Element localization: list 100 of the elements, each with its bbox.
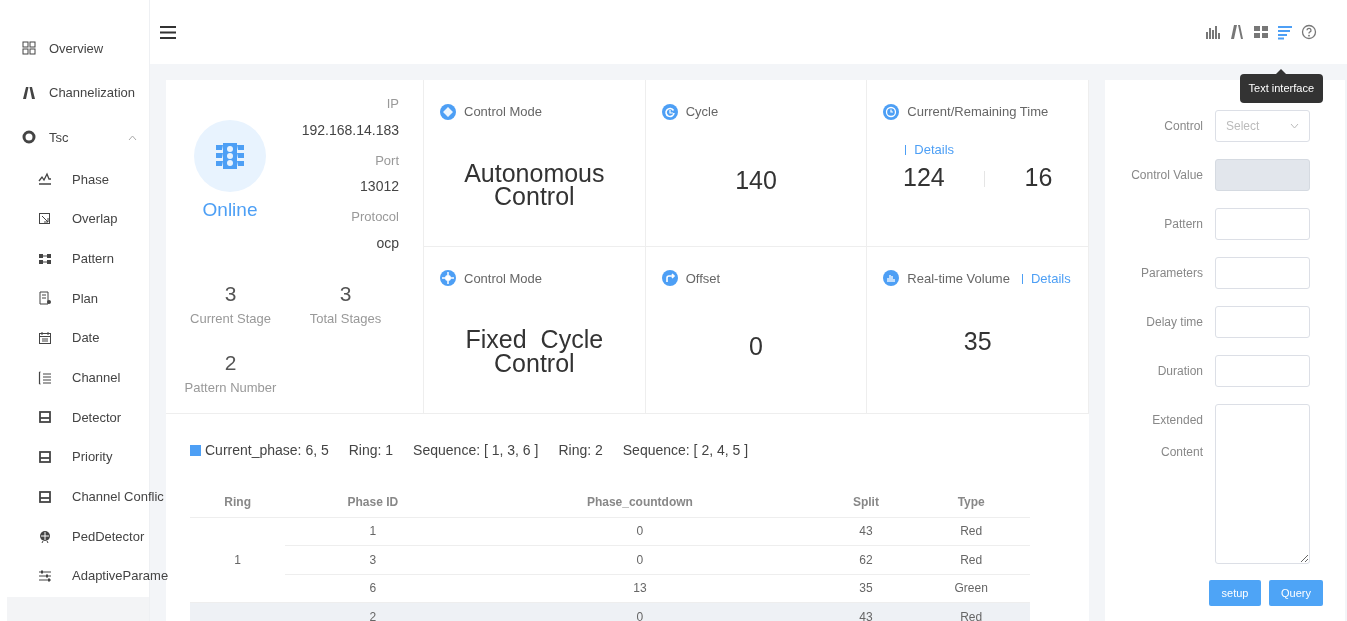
stat-label: Pattern Number: [183, 379, 278, 397]
table-cell: 0: [460, 545, 820, 575]
input-field[interactable]: [1215, 257, 1310, 289]
wheel-icon: [38, 529, 52, 544]
sidebar-item[interactable]: Date: [0, 318, 149, 358]
road-icon[interactable]: [1229, 24, 1245, 40]
table-cell: Red: [912, 602, 1030, 621]
grid-icon[interactable]: [1253, 24, 1269, 40]
field-label: Extended Content: [1151, 412, 1203, 461]
summary-text: Sequence: [ 1, 3, 6 ]: [413, 441, 539, 460]
separator-line: [905, 145, 907, 156]
calendar-icon: [38, 331, 52, 346]
sidebar-item[interactable]: Pattern: [0, 238, 149, 279]
field-label: Parameters: [1139, 265, 1204, 282]
protocol-value: ocp: [375, 233, 399, 253]
column-header: Phase ID: [285, 487, 461, 517]
ip-value: 192.168.14.183: [300, 120, 399, 140]
column-header: Phase_countdown: [460, 487, 820, 517]
table-cell: 0: [460, 517, 820, 546]
field-label: Delay time: [1145, 314, 1204, 331]
stat-label: Current Stage: [189, 310, 272, 328]
table-cell: Red: [912, 545, 1030, 575]
caret-icon: [1290, 123, 1299, 129]
table-cell: 3: [285, 545, 461, 575]
document-icon: [38, 291, 52, 306]
stat-value: 2: [223, 349, 238, 376]
tooltip: Text interface: [1239, 74, 1323, 103]
tile-title: Control Mode: [464, 103, 543, 121]
protocol-label: Protocol: [350, 208, 399, 226]
panel-icon: [38, 489, 52, 504]
tile-title: Cycle: [685, 103, 719, 121]
nodes-icon: [38, 251, 52, 266]
sidebar-item[interactable]: Channelization: [0, 70, 149, 115]
tile-title: Control Mode: [464, 269, 543, 288]
clock-icon: [883, 103, 900, 120]
refresh-icon: [661, 103, 678, 120]
table-row[interactable]: 6 13 35 Green: [190, 574, 1030, 603]
input-field[interactable]: [1215, 355, 1310, 387]
field-label: Control: [1163, 118, 1204, 135]
remaining-time: 16: [1024, 162, 1053, 193]
summary-text: Ring: 2: [558, 441, 603, 460]
column-header: Type: [912, 487, 1030, 517]
table-row[interactable]: 1 3 0 62 Red: [190, 545, 1030, 575]
column-header: Split: [819, 487, 913, 517]
sidebar-item[interactable]: Channel: [0, 357, 149, 398]
table-cell: 13: [460, 574, 820, 603]
summary-text: Sequence: [ 2, 4, 5 ]: [622, 441, 749, 460]
text-lines-icon[interactable]: [1277, 24, 1293, 40]
current-time: 124: [903, 162, 945, 193]
sidebar-item[interactable]: AdaptiveParame: [0, 556, 169, 597]
tile-value: 140: [734, 164, 778, 196]
sidebar-item[interactable]: Channel Conflic: [0, 477, 164, 517]
ip-label: IP: [385, 95, 399, 113]
traffic-light-icon: [216, 141, 244, 171]
sidebar-item[interactable]: PedDetector: [0, 516, 149, 557]
help-icon[interactable]: [1301, 24, 1317, 40]
tile-title: Current/Remaining Time: [907, 103, 1049, 121]
sidebar-item[interactable]: Priority: [0, 437, 149, 477]
tile-value: 35: [962, 326, 993, 357]
sidebar-item[interactable]: Detector: [0, 397, 149, 438]
table-cell: 0: [460, 602, 820, 621]
sliders-icon: [38, 569, 52, 584]
summary-text: Current_phase: 6, 5: [205, 441, 329, 460]
table-cell: Red: [912, 517, 1030, 546]
table-cell: Green: [912, 574, 1030, 603]
sidebar-item[interactable]: Phase: [0, 159, 149, 200]
status-text: Online: [202, 198, 258, 222]
diamond-icon: [440, 103, 456, 120]
menu-icon[interactable]: [160, 25, 176, 39]
column-header: Ring: [190, 487, 286, 517]
list-icon: [38, 370, 52, 385]
table-cell: 1: [285, 517, 461, 546]
port-label: Port: [374, 151, 399, 170]
table-row[interactable]: 1 0 43 Red: [190, 517, 1030, 546]
input-field[interactable]: [1215, 306, 1310, 338]
input-field[interactable]: [1215, 208, 1310, 240]
table-cell: 1: [190, 545, 286, 575]
tile-title: Offset: [685, 269, 721, 288]
legend-square: [190, 445, 201, 456]
bar-chart-icon[interactable]: [1205, 24, 1221, 40]
sidebar-item[interactable]: Overview: [0, 26, 149, 71]
stat-value: 3: [338, 280, 353, 307]
tooltip-arrow: [1276, 69, 1287, 74]
stat-value: 3: [223, 280, 238, 307]
road-icon: [22, 85, 36, 100]
table-cell: 2: [285, 602, 461, 621]
stat-label: Total Stages: [308, 310, 383, 328]
field-label: Duration: [1156, 363, 1204, 380]
table-cell: 62: [819, 545, 913, 575]
mode-value: Fixed Cycle Control: [464, 328, 605, 376]
bar-chart-icon: [883, 270, 900, 287]
table-cell: 43: [819, 602, 913, 621]
ring-icon: [22, 130, 36, 145]
table-cell: 6: [285, 574, 461, 603]
sidebar-item[interactable]: Plan: [0, 278, 149, 319]
panel-icon: [38, 410, 52, 425]
sidebar-item[interactable]: Overlap: [0, 199, 149, 239]
sidebar-item[interactable]: Tsc: [0, 115, 149, 160]
chart-line-icon: [38, 172, 52, 187]
summary-text: Ring: 1: [348, 441, 394, 460]
